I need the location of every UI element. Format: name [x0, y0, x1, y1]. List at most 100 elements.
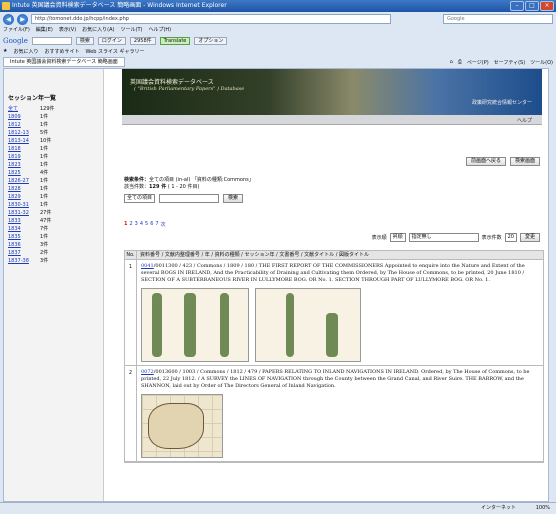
sidebar-item: 1828 1件 — [8, 185, 103, 193]
browser-search-input[interactable]: Google — [443, 14, 553, 24]
sidebar-item-link[interactable]: 1809 — [8, 113, 40, 121]
favorite-item-suggested[interactable]: おすすめサイト — [45, 48, 80, 55]
sort-order-select[interactable]: 昇順 — [389, 233, 406, 242]
sidebar-item-link[interactable]: 1818 — [8, 145, 40, 153]
sidebar-item: 1833 47件 — [8, 217, 103, 225]
sidebar-item-link[interactable]: 1829 — [8, 193, 40, 201]
menu-bar: ファイル(F) 編集(E) 表示(V) お気に入り(A) ツール(T) ヘルプ(… — [0, 26, 556, 35]
google-options-button[interactable]: オプション — [194, 36, 228, 45]
apply-sort-button[interactable]: 変更 — [519, 233, 540, 242]
google-search-button[interactable]: 検索 — [75, 36, 94, 45]
sidebar-item-link[interactable]: 1812-13 — [8, 129, 40, 137]
command-safety[interactable]: セーフティ(S) — [494, 59, 525, 66]
menu-edit[interactable]: 編集(E) — [36, 26, 53, 35]
favorite-item-web-slice[interactable]: Web スライス ギャラリー — [86, 48, 145, 55]
menu-tools[interactable]: ツール(T) — [121, 26, 143, 35]
google-search-input[interactable] — [31, 36, 72, 45]
home-icon[interactable]: ⌂ — [450, 59, 453, 66]
sidebar-item-count: 4件 — [40, 170, 49, 176]
row-body: 0072/0013600 / 1003 / Commons / 1812 / 4… — [137, 366, 543, 461]
navigation-map-thumbnail[interactable] — [141, 394, 223, 458]
conditions-label: 検索条件： — [124, 177, 150, 183]
main-pane: 英国議会資料検索データベース ( "British Parliamentary … — [106, 69, 548, 501]
session-sidebar: セッション年一覧 全て 129件 1809 1件 1812 1件 1812-13 5件 1813… — [4, 69, 104, 501]
menu-view[interactable]: 表示(V) — [59, 26, 76, 35]
sidebar-item-count: 129件 — [40, 106, 55, 112]
status-bar: インターネット 100% — [0, 502, 556, 514]
forward-arrow-icon[interactable]: ▶ — [17, 13, 28, 25]
help-link[interactable]: ヘルプ — [517, 117, 532, 124]
minimize-icon[interactable]: – — [510, 1, 524, 11]
sidebar-item-link[interactable]: 1812 — [8, 121, 40, 129]
close-icon[interactable]: × — [540, 1, 554, 11]
sidebar-item-link[interactable]: 1823 — [8, 161, 40, 169]
menu-file[interactable]: ファイル(F) — [3, 26, 30, 35]
sidebar-item-link[interactable]: 1835 — [8, 233, 40, 241]
sidebar-item-count: 1件 — [40, 146, 49, 152]
sidebar-item-link[interactable]: 1828 — [8, 185, 40, 193]
sidebar-item-link[interactable]: 1833 — [8, 217, 40, 225]
sidebar-item-link[interactable]: 1830-31 — [8, 201, 40, 209]
security-zone: インターネット — [480, 505, 516, 511]
menu-favorites[interactable]: お気に入り(A) — [82, 26, 114, 35]
favorites-star-icon[interactable]: ★ — [3, 48, 7, 54]
page-link-next[interactable]: 次 — [161, 221, 166, 228]
help-bar: ヘルプ — [122, 115, 542, 125]
menu-help[interactable]: ヘルプ(H) — [148, 26, 171, 35]
record-link[interactable]: 0072 — [141, 369, 154, 375]
google-translate-button[interactable]: Translate — [159, 36, 191, 45]
refine-query-input[interactable] — [159, 194, 220, 203]
sidebar-list: 全て 129件 1809 1件 1812 1件 1812-13 5件 1813-14 10件 181… — [8, 105, 103, 265]
page-link-7[interactable]: 7 — [155, 221, 158, 228]
favorites-button[interactable]: お気に入り — [13, 48, 38, 55]
sidebar-item-link[interactable]: 1834 — [8, 225, 40, 233]
sidebar-item: 1818 1件 — [8, 145, 103, 153]
maximize-icon[interactable]: □ — [525, 1, 539, 11]
table-row: 2 0072/0013600 / 1003 / Commons / 1812 /… — [125, 366, 543, 462]
back-to-previous-button[interactable]: 前画面へ戻る — [465, 157, 506, 166]
sidebar-item-link[interactable]: 1819 — [8, 153, 40, 161]
page-link-2[interactable]: 2 — [129, 221, 132, 228]
sidebar-item-link[interactable]: 1826-27 — [8, 177, 40, 185]
results-table: No. 資料番号 / 文献内整理番号 / 年 / 資料の種類 / セッション年 … — [124, 250, 544, 463]
command-page[interactable]: ページ(P) — [467, 59, 489, 66]
field-select[interactable]: 全ての項目 — [124, 194, 156, 203]
sort-by-select[interactable]: 指定無し — [408, 233, 479, 242]
sidebar-item-link[interactable]: 1831-32 — [8, 209, 40, 217]
sidebar-item-count: 27件 — [40, 210, 52, 216]
refine-search-button[interactable]: 検索 — [223, 194, 244, 203]
command-tools[interactable]: ツール(O) — [530, 59, 553, 66]
print-icon[interactable]: ⎙ — [458, 59, 462, 66]
zoom-level[interactable]: 100% — [536, 503, 550, 514]
sidebar-item-link[interactable]: 1813-14 — [8, 137, 40, 145]
google-login-button[interactable]: ログイン — [97, 36, 126, 45]
pagination: 1 2 3 4 5 6 7 次 — [124, 221, 166, 228]
sidebar-item-link[interactable]: 1825 — [8, 169, 40, 177]
tab-current-page[interactable]: Intute 英国議会資料検索データベース 簡略画面 — [3, 57, 125, 67]
sidebar-item-count: 3件 — [40, 258, 49, 264]
back-arrow-icon[interactable]: ◀ — [3, 13, 14, 25]
sidebar-item: 1837-38 3件 — [8, 257, 103, 265]
sidebar-item-count: 1件 — [40, 114, 49, 120]
sidebar-item: 1819 1件 — [8, 153, 103, 161]
display-count-select[interactable]: 20 — [504, 233, 517, 242]
sidebar-item-link[interactable]: 全て — [8, 105, 40, 113]
sidebar-item-link[interactable]: 1837-38 — [8, 257, 40, 265]
page-link-3[interactable]: 3 — [135, 221, 138, 228]
page-link-5[interactable]: 5 — [145, 221, 148, 228]
bog-section-thumbnail[interactable] — [141, 288, 249, 362]
sidebar-item-count: 1件 — [40, 162, 49, 168]
display-count-label: 表示件数 — [481, 235, 502, 241]
sidebar-item-link[interactable]: 1836 — [8, 241, 40, 249]
page-link-4[interactable]: 4 — [140, 221, 143, 228]
record-link[interactable]: 0041 — [141, 263, 154, 269]
sidebar-item-link[interactable]: 1837 — [8, 249, 40, 257]
page-current: 1 — [124, 221, 128, 227]
google-count-chip[interactable]: 2958件 — [129, 36, 156, 45]
new-search-button[interactable]: 検索画面 — [509, 157, 540, 166]
page-link-6[interactable]: 6 — [150, 221, 153, 228]
bog-river-thumbnail[interactable] — [255, 288, 361, 362]
address-bar[interactable]: http://tomonet.ddo.jp/hcpp/index.php — [31, 14, 391, 24]
sidebar-item-count: 47件 — [40, 218, 52, 224]
google-toolbar: Google 検索 ログイン 2958件 Translate オプション — [0, 35, 556, 46]
